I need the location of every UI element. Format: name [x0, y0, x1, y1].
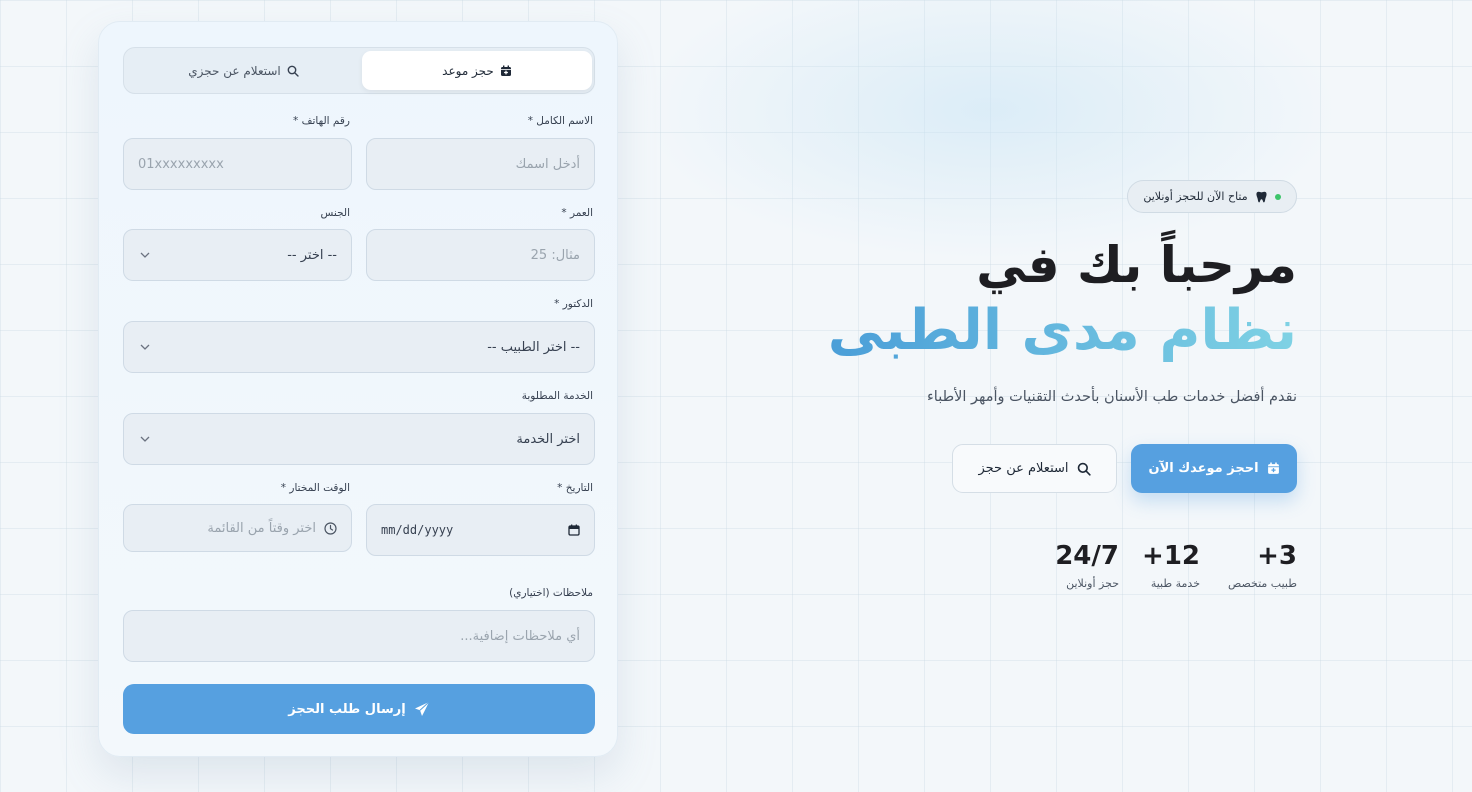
calendar-icon[interactable]: [568, 524, 580, 536]
service-label: الخدمة المطلوبة: [521, 390, 593, 402]
booking-form-card: حجز موعد استعلام عن حجزي الاسم الكامل * …: [98, 21, 618, 757]
stat-services: +12 خدمة طبية: [1142, 543, 1200, 590]
hero-subtitle: نقدم أفضل خدمات طب الأسنان بأحدث التقنيا…: [926, 389, 1297, 405]
submit-booking-button[interactable]: إرسال طلب الحجز: [123, 684, 595, 734]
name-placeholder: أدخل اسمك: [515, 156, 580, 172]
chevron-down-icon: [140, 344, 150, 350]
calendar-plus-icon: [500, 65, 511, 76]
form-tabs: حجز موعد استعلام عن حجزي: [123, 47, 595, 94]
age-label: العمر *: [561, 207, 593, 219]
phone-placeholder: 01xxxxxxxxx: [138, 156, 224, 172]
doctor-select[interactable]: -- اختر الطبيب --: [123, 321, 595, 373]
notes-textarea[interactable]: أي ملاحظات إضافية...: [123, 610, 595, 662]
availability-badge: متاح الآن للحجز أونلاين: [1127, 180, 1297, 213]
gender-value: -- اختر --: [287, 247, 337, 263]
time-input[interactable]: اختر وقتاً من القائمة: [123, 504, 352, 552]
submit-label: إرسال طلب الحجز: [288, 701, 406, 717]
paper-plane-icon: [414, 701, 430, 716]
background-glow: [640, 0, 1340, 260]
time-placeholder: اختر وقتاً من القائمة: [207, 520, 316, 536]
time-label: الوقت المختار *: [280, 482, 350, 494]
clock-icon: [324, 521, 337, 535]
inquire-booking-button[interactable]: استعلام عن حجز: [952, 444, 1117, 493]
book-now-button[interactable]: احجز موعدك الآن: [1131, 444, 1297, 493]
inquire-booking-label: استعلام عن حجز: [978, 461, 1069, 476]
calendar-plus-icon: [1267, 462, 1279, 474]
hero-title-line1: مرحباً بك في: [976, 236, 1297, 294]
chevron-down-icon: [140, 436, 150, 442]
notes-placeholder: أي ملاحظات إضافية...: [460, 628, 580, 644]
stat-online-value: 24/7: [1055, 541, 1119, 571]
search-icon: [287, 65, 299, 77]
gender-select[interactable]: -- اختر --: [123, 229, 352, 281]
chevron-down-icon: [140, 252, 150, 258]
stat-services-value: +12: [1142, 541, 1200, 571]
doctor-label: الدكتور *: [554, 298, 593, 310]
book-now-label: احجز موعدك الآن: [1148, 461, 1259, 476]
age-placeholder: مثال: 25: [530, 247, 580, 263]
online-status-dot: [1274, 193, 1281, 200]
stat-doctors-label: طبيب متخصص: [1227, 577, 1297, 590]
stat-online: 24/7 حجز أونلاين: [1055, 543, 1119, 590]
tab-inquiry-label: استعلام عن حجزي: [188, 63, 281, 78]
service-value: اختر الخدمة: [516, 431, 580, 447]
date-label: التاريخ *: [557, 482, 593, 494]
stat-doctors: +3 طبيب متخصص: [1228, 543, 1297, 590]
search-icon: [1077, 462, 1091, 476]
name-label: الاسم الكامل *: [527, 115, 593, 127]
hero-title-line2: نظام مدى الطبى: [827, 298, 1297, 363]
tab-inquiry[interactable]: استعلام عن حجزي: [127, 51, 360, 90]
doctor-value: -- اختر الطبيب --: [487, 339, 580, 355]
notes-label: ملاحظات (اختياري): [509, 587, 593, 599]
stat-doctors-value: +3: [1257, 541, 1297, 571]
availability-text: متاح الآن للحجز أونلاين: [1143, 190, 1248, 203]
tab-book-appointment[interactable]: حجز موعد: [362, 51, 592, 90]
name-input[interactable]: أدخل اسمك: [366, 138, 595, 190]
phone-input[interactable]: 01xxxxxxxxx: [123, 138, 352, 190]
phone-label: رقم الهاتف *: [293, 115, 350, 127]
stat-online-label: حجز أونلاين: [1066, 577, 1119, 590]
date-value: mm/dd/yyyy: [381, 523, 454, 537]
service-select[interactable]: اختر الخدمة: [123, 413, 595, 465]
age-input[interactable]: مثال: 25: [366, 229, 595, 281]
tooth-icon: [1256, 191, 1267, 202]
date-input[interactable]: mm/dd/yyyy: [366, 504, 595, 556]
tab-book-label: حجز موعد: [442, 63, 494, 78]
stat-services-label: خدمة طبية: [1150, 577, 1200, 590]
gender-label: الجنس: [320, 207, 350, 219]
